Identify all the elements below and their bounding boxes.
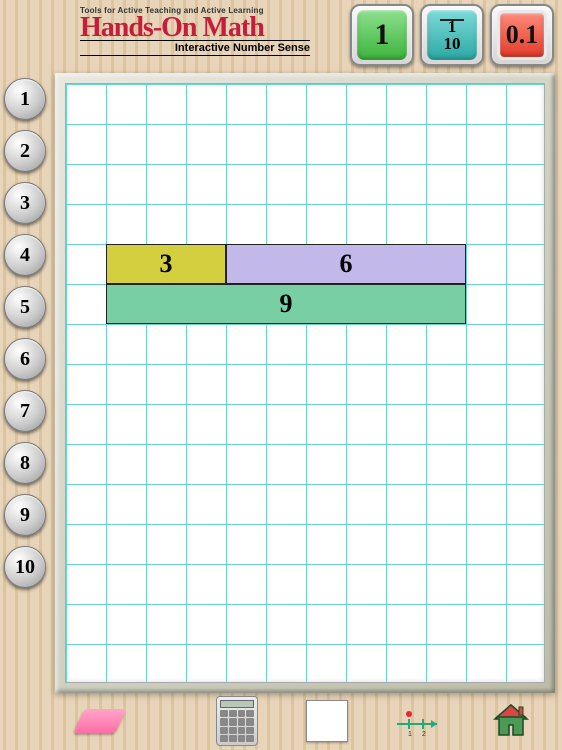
svg-text:2: 2 — [422, 731, 426, 736]
grid-board[interactable]: 369 — [65, 83, 545, 683]
calculator-icon — [216, 696, 258, 746]
eraser-icon — [73, 709, 126, 733]
number-button-5[interactable]: 5 — [4, 286, 46, 328]
clear-icon — [306, 700, 348, 742]
app-title: Hands-On Math — [80, 15, 310, 40]
number-button-8[interactable]: 8 — [4, 442, 46, 484]
numberline-tool[interactable]: 1 2 — [395, 706, 443, 736]
number-button-2[interactable]: 2 — [4, 130, 46, 172]
mode-decimal-button[interactable]: 0.1 — [490, 4, 554, 66]
number-button-1[interactable]: 1 — [4, 78, 46, 120]
rod-9[interactable]: 9 — [106, 284, 466, 324]
eraser-tool[interactable] — [79, 709, 121, 733]
numberline-icon: 1 2 — [395, 706, 443, 736]
mode-whole-label: 1 — [375, 18, 390, 52]
number-button-9[interactable]: 9 — [4, 494, 46, 536]
mode-fraction-button[interactable]: 1 10 — [420, 4, 484, 66]
home-icon — [491, 701, 531, 741]
fraction-icon: 1 10 — [444, 18, 461, 52]
board-frame: 369 — [55, 73, 555, 693]
number-button-4[interactable]: 4 — [4, 234, 46, 276]
svg-text:1: 1 — [408, 731, 412, 736]
calculator-tool[interactable] — [216, 696, 258, 746]
mode-whole-button[interactable]: 1 — [350, 4, 414, 66]
app-logo: Tools for Active Teaching and Active Lea… — [80, 6, 310, 56]
toolbar: 1 2 — [55, 696, 555, 746]
number-button-6[interactable]: 6 — [4, 338, 46, 380]
number-palette: 1 2 3 4 5 6 7 8 9 10 — [4, 78, 46, 588]
number-button-10[interactable]: 10 — [4, 546, 46, 588]
grid-lines — [66, 84, 544, 682]
rod-3[interactable]: 3 — [106, 244, 226, 284]
mode-decimal-label: 0.1 — [506, 20, 539, 50]
rod-6[interactable]: 6 — [226, 244, 466, 284]
number-button-3[interactable]: 3 — [4, 182, 46, 224]
number-button-7[interactable]: 7 — [4, 390, 46, 432]
clear-tool[interactable] — [306, 700, 348, 742]
home-button[interactable] — [491, 701, 531, 741]
